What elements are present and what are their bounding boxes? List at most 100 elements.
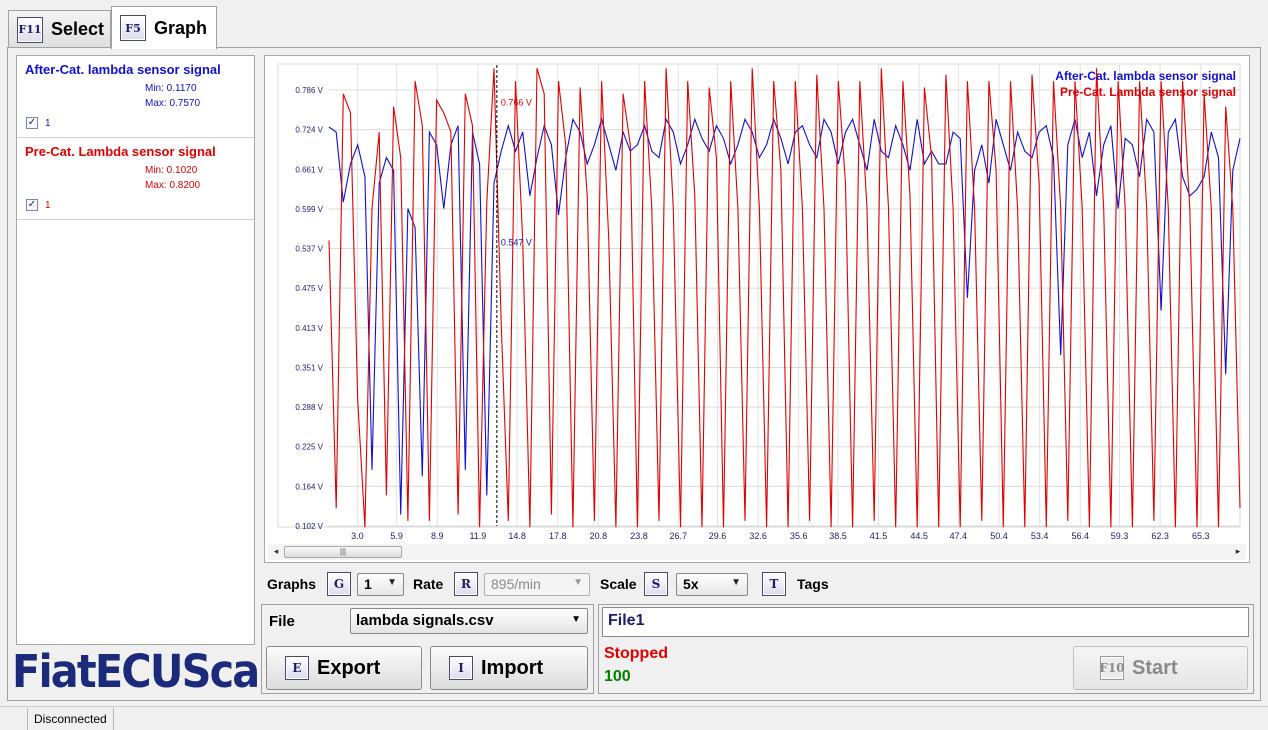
export-button-label: Export xyxy=(317,656,381,679)
scale-key-icon[interactable]: S xyxy=(644,572,668,596)
file-select[interactable]: lambda signals.csv ▼ xyxy=(350,608,588,634)
x-tick-label: 3.0 xyxy=(351,531,364,541)
legend-entry: Pre-Cat. Lambda sensor signal xyxy=(1060,85,1236,99)
import-button-label: Import xyxy=(481,656,544,679)
x-tick-label: 59.3 xyxy=(1111,531,1129,541)
chevron-down-icon: ▼ xyxy=(571,614,581,625)
x-tick-label: 47.4 xyxy=(950,531,968,541)
connection-status: Disconnected xyxy=(27,708,114,730)
y-tick-label: 0.225 V xyxy=(295,443,323,452)
y-tick-label: 0.475 V xyxy=(295,284,323,293)
x-tick-label: 26.7 xyxy=(669,531,687,541)
x-tick-label: 8.9 xyxy=(431,531,444,541)
y-tick-label: 0.724 V xyxy=(295,126,323,135)
file-label: File xyxy=(269,613,295,630)
chevron-down-icon: ▼ xyxy=(387,577,397,588)
signal-checkbox-label: 1 xyxy=(45,117,51,129)
legend-entry: After-Cat. lambda sensor signal xyxy=(1055,69,1236,83)
scroll-thumb[interactable]: ||| xyxy=(284,546,402,558)
signal-checkbox[interactable]: ✓ 1 xyxy=(26,199,51,211)
graphs-select[interactable]: 1 ▼ xyxy=(357,573,404,596)
signal-max: Max: 0.7570 xyxy=(145,98,201,109)
chevron-down-icon: ▼ xyxy=(731,577,741,588)
x-tick-label: 32.6 xyxy=(749,531,767,541)
x-tick-label: 11.9 xyxy=(469,531,486,541)
signal-checkbox-label: 1 xyxy=(45,199,51,211)
y-tick-label: 0.661 V xyxy=(295,165,323,174)
file-select-value: lambda signals.csv xyxy=(356,612,494,629)
x-tick-label: 17.8 xyxy=(549,531,567,541)
signal-min: Min: 0.1020 xyxy=(145,165,198,176)
checkbox-checked-icon[interactable]: ✓ xyxy=(26,117,38,129)
graphs-label: Graphs xyxy=(267,576,317,592)
signal-checkbox[interactable]: ✓ 1 xyxy=(26,117,51,129)
app-logo: FiatECUScan xyxy=(12,645,288,698)
x-tick-label: 35.6 xyxy=(790,531,808,541)
y-tick-label: 0.413 V xyxy=(295,324,323,333)
x-tick-label: 65.3 xyxy=(1192,531,1210,541)
start-button[interactable]: F10 Start xyxy=(1073,646,1248,690)
scroll-right-icon[interactable]: ▸ xyxy=(1232,546,1244,557)
y-tick-label: 0.786 V xyxy=(295,86,323,95)
signal-legend-panel: After-Cat. lambda sensor signal Min: 0.1… xyxy=(16,55,255,645)
x-tick-label: 56.4 xyxy=(1072,531,1090,541)
sample-count: 100 xyxy=(604,668,631,685)
i-key-icon: I xyxy=(449,656,473,680)
y-tick-label: 0.537 V xyxy=(295,245,323,254)
signal-title: After-Cat. lambda sensor signal xyxy=(25,62,221,77)
file-name-field[interactable]: File1 xyxy=(602,607,1249,637)
x-tick-label: 14.8 xyxy=(508,531,526,541)
f5-key-icon: F5 xyxy=(120,15,146,41)
tab-select-label: Select xyxy=(51,19,105,39)
status-bar: Disconnected xyxy=(0,706,1268,730)
scale-label: Scale xyxy=(600,576,637,592)
signal-title: Pre-Cat. Lambda sensor signal xyxy=(25,144,216,159)
f11-key-icon: F11 xyxy=(17,16,43,43)
y-tick-label: 0.102 V xyxy=(295,522,323,531)
signal-entry-pre-cat: Pre-Cat. Lambda sensor signal Min: 0.102… xyxy=(17,138,254,220)
chevron-down-icon: ▼ xyxy=(573,577,583,588)
f10-key-icon: F10 xyxy=(1099,656,1125,680)
graph-area[interactable]: 0.786 V 0.724 V 0.661 V 0.599 V 0.537 V 0.475… xyxy=(264,55,1250,563)
tab-graph-label: Graph xyxy=(154,17,208,38)
graphs-value: 1 xyxy=(364,576,372,592)
scroll-left-icon[interactable]: ◂ xyxy=(270,546,282,557)
tags-key-icon[interactable]: T xyxy=(762,572,786,596)
rate-value: 895/min xyxy=(491,576,541,592)
chart-scrollbar[interactable]: ◂ ||| ▸ xyxy=(268,544,1246,560)
cursor-value-label: 0.766 V xyxy=(501,98,532,108)
scale-value: 5x xyxy=(683,576,699,592)
start-button-label: Start xyxy=(1132,656,1178,679)
y-tick-label: 0.599 V xyxy=(295,205,323,214)
tab-graph[interactable]: F5 Graph xyxy=(111,6,217,49)
checkbox-checked-icon[interactable]: ✓ xyxy=(26,199,38,211)
status-text: Stopped xyxy=(604,645,668,662)
tab-select[interactable]: F11 Select xyxy=(8,10,111,48)
x-tick-label: 41.5 xyxy=(870,531,888,541)
x-tick-label: 5.9 xyxy=(390,531,403,541)
cursor-value-label: 0.547 V xyxy=(501,237,532,247)
signal-max: Max: 0.8200 xyxy=(145,180,201,191)
x-tick-label: 20.8 xyxy=(590,531,608,541)
y-tick-label: 0.164 V xyxy=(295,482,323,491)
x-tick-label: 29.6 xyxy=(709,531,727,541)
x-tick-label: 62.3 xyxy=(1151,531,1169,541)
signal-min: Min: 0.1170 xyxy=(145,83,197,94)
y-tick-label: 0.351 V xyxy=(295,363,323,372)
rate-select[interactable]: 895/min ▼ xyxy=(484,573,590,596)
rate-label: Rate xyxy=(413,576,444,592)
x-tick-label: 38.5 xyxy=(829,531,847,541)
y-tick-label: 0.288 V xyxy=(295,403,323,412)
rate-key-icon[interactable]: R xyxy=(454,572,478,596)
tags-label[interactable]: Tags xyxy=(797,576,829,592)
signal-entry-after-cat: After-Cat. lambda sensor signal Min: 0.1… xyxy=(17,56,254,138)
scale-select[interactable]: 5x ▼ xyxy=(676,573,748,596)
lambda-chart[interactable]: 0.786 V 0.724 V 0.661 V 0.599 V 0.537 V 0.475… xyxy=(265,56,1249,544)
x-tick-label: 44.5 xyxy=(910,531,928,541)
graphs-key-icon[interactable]: G xyxy=(327,572,351,596)
export-button[interactable]: E Export xyxy=(266,646,422,690)
import-button[interactable]: I Import xyxy=(430,646,588,690)
x-tick-label: 50.4 xyxy=(990,531,1008,541)
x-tick-label: 23.8 xyxy=(630,531,648,541)
x-tick-label: 53.4 xyxy=(1031,531,1049,541)
